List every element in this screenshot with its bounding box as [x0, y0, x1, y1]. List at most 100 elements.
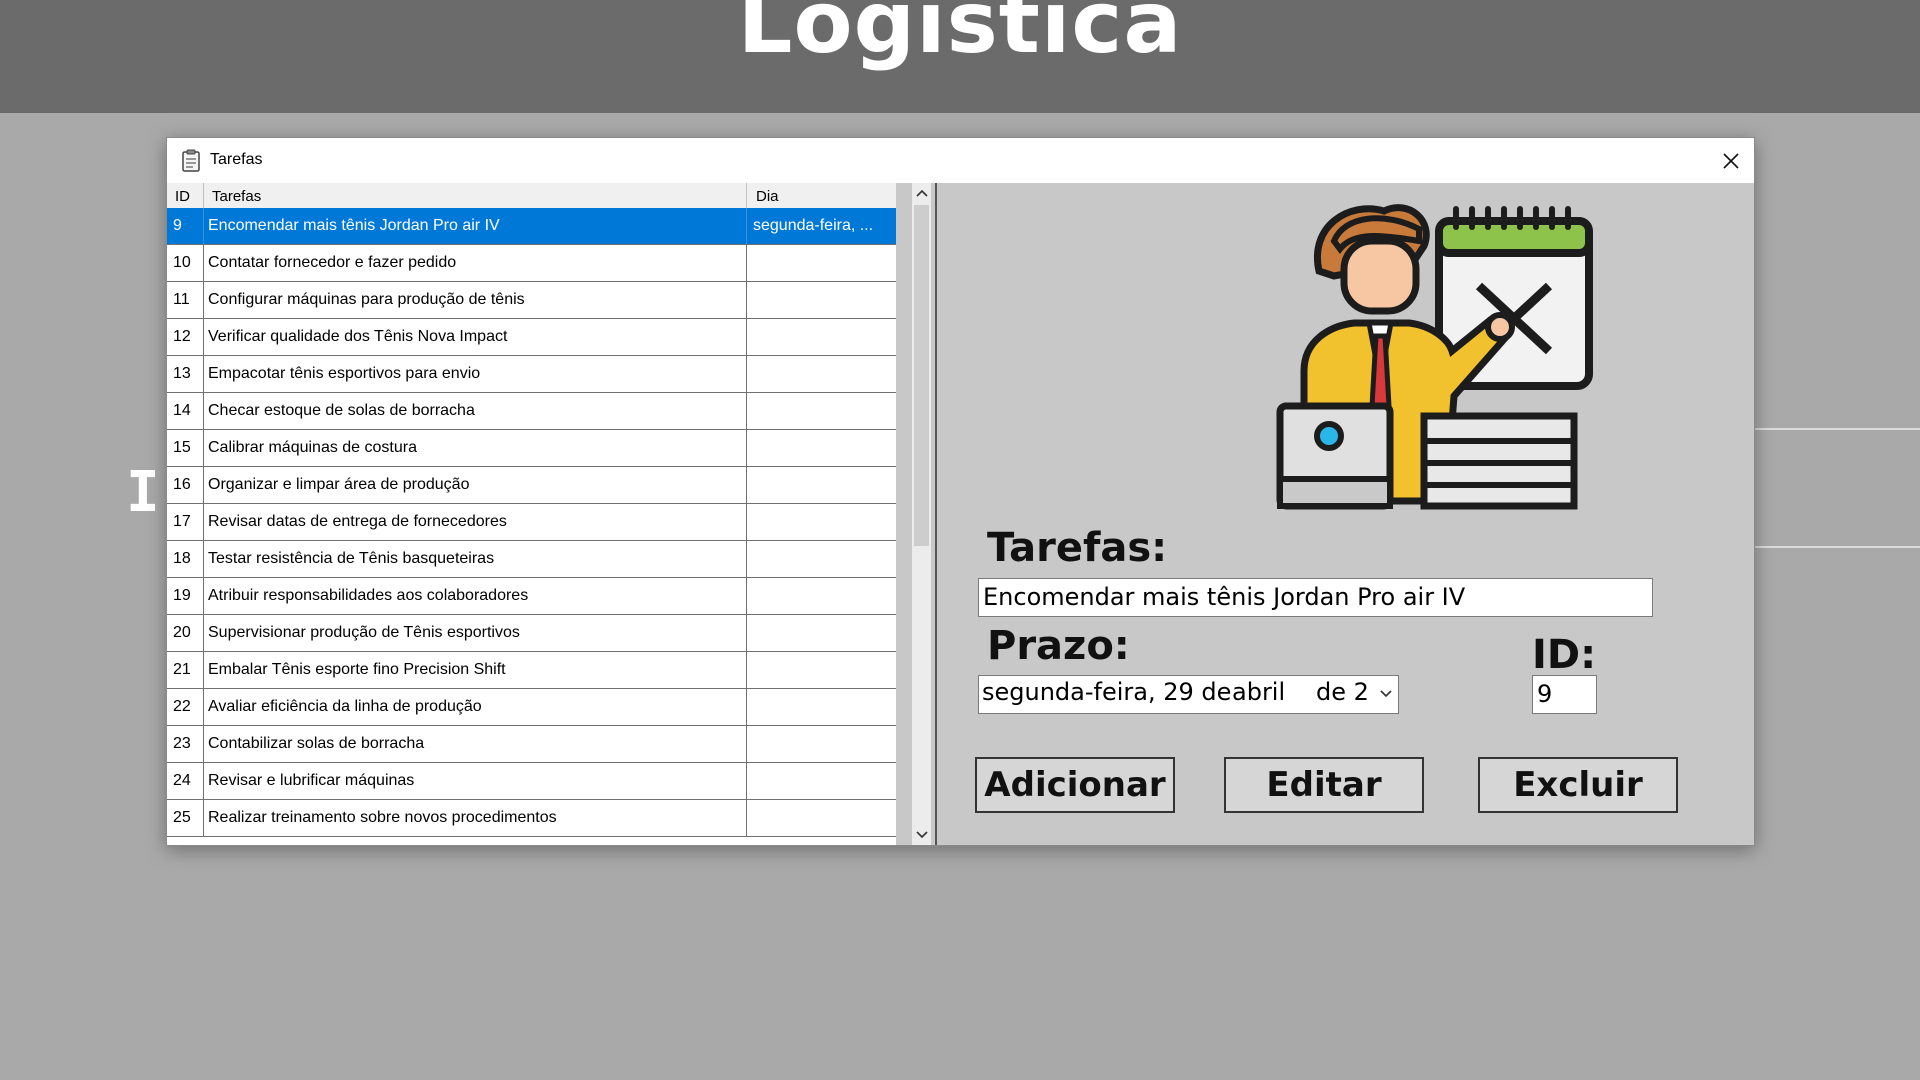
column-header-tarefas[interactable]: Tarefas [212, 188, 261, 205]
column-separator [203, 800, 204, 836]
table-row[interactable]: 18 Testar resistência de Tênis basqueteir… [167, 541, 896, 578]
window-title: Tarefas [210, 151, 263, 168]
row-id: 14 [173, 402, 191, 419]
column-separator [203, 430, 204, 466]
chevron-down-icon [915, 831, 928, 839]
table-row[interactable]: 16 Organizar e limpar área de produção [167, 467, 896, 504]
table-row[interactable]: 19 Atribuir responsabilidades aos colabor… [167, 578, 896, 615]
chevron-down-icon[interactable] [1378, 685, 1394, 701]
date-year[interactable]: de 20 [1316, 678, 1368, 706]
row-task: Contatar fornecedor e fazer pedido [208, 254, 457, 271]
table-row[interactable]: 10 Contatar fornecedor e fazer pedido [167, 245, 896, 282]
column-separator [203, 726, 204, 762]
table-row[interactable]: 14 Checar estoque de solas de borracha [167, 393, 896, 430]
column-separator [746, 430, 747, 466]
row-id: 22 [173, 698, 191, 715]
table-row[interactable]: 17 Revisar datas de entrega de fornecedor… [167, 504, 896, 541]
row-id: 20 [173, 624, 191, 641]
clipboard-icon [182, 149, 200, 172]
row-task: Calibrar máquinas de costura [208, 439, 417, 456]
row-id: 17 [173, 513, 191, 530]
column-separator [746, 282, 747, 318]
column-separator [746, 652, 747, 688]
column-separator [203, 393, 204, 429]
column-separator [746, 504, 747, 540]
row-task: Revisar e lubrificar máquinas [208, 772, 415, 789]
table-row[interactable]: 15 Calibrar máquinas de costura [167, 430, 896, 467]
teacher-board-illustration [1276, 204, 1593, 510]
column-separator [203, 615, 204, 651]
background-divider-top [1754, 428, 1920, 430]
row-task: Realizar treinamento sobre novos procedi… [208, 809, 557, 826]
row-task: Atribuir responsabilidades aos colaborad… [208, 587, 529, 604]
column-separator [203, 541, 204, 577]
column-separator [203, 208, 204, 244]
scroll-thumb[interactable] [914, 205, 929, 546]
table-row[interactable]: 21 Embalar Tênis esporte fino Precision S… [167, 652, 896, 689]
banner-title: Logística [737, 0, 1183, 73]
column-separator[interactable] [746, 183, 747, 208]
column-separator [746, 467, 747, 503]
prazo-date-picker[interactable]: segunda-feira, 29 de abril de 20 [978, 675, 1399, 714]
close-icon [1723, 152, 1739, 169]
column-header-id[interactable]: ID [175, 188, 190, 205]
title-bar: Tarefas [167, 138, 1754, 183]
row-task: Organizar e limpar área de produção [208, 476, 470, 493]
column-separator [746, 541, 747, 577]
column-separator [746, 578, 747, 614]
column-separator [203, 282, 204, 318]
table-row[interactable]: 13 Empacotar tênis esportivos para envio [167, 356, 896, 393]
tarefas-input[interactable]: Encomendar mais tênis Jordan Pro air IV [978, 578, 1653, 617]
panel-divider [935, 183, 937, 845]
row-task: Checar estoque de solas de borracha [208, 402, 475, 419]
column-separator [203, 504, 204, 540]
listview-rows: 9 Encomendar mais tênis Jordan Pro air IV… [167, 208, 896, 837]
row-id: 21 [173, 661, 191, 678]
column-separator[interactable] [203, 183, 204, 208]
table-row[interactable]: 22 Avaliar eficiência da linha de produçã… [167, 689, 896, 726]
row-id: 11 [173, 291, 190, 308]
row-task: Contabilizar solas de borracha [208, 735, 425, 752]
background-divider-bottom [1754, 546, 1920, 548]
id-input[interactable]: 9 [1532, 675, 1597, 714]
date-month[interactable]: abril [1232, 678, 1285, 706]
row-task: Configurar máquinas para produção de tên… [208, 291, 525, 308]
table-row[interactable]: 25 Realizar treinamento sobre novos proce… [167, 800, 896, 837]
table-row[interactable]: 11 Configurar máquinas para produção de t… [167, 282, 896, 319]
close-button[interactable] [1708, 138, 1754, 183]
row-id: 19 [173, 587, 191, 604]
add-button[interactable]: Adicionar [975, 757, 1175, 813]
column-header-dia[interactable]: Dia [756, 188, 779, 205]
column-separator [203, 319, 204, 355]
column-separator [746, 319, 747, 355]
row-id: 9 [173, 217, 182, 234]
row-id: 16 [173, 476, 191, 493]
column-separator [746, 393, 747, 429]
date-weekday-day[interactable]: segunda-feira, 29 de [982, 678, 1231, 706]
table-row[interactable]: 24 Revisar e lubrificar máquinas [167, 763, 896, 800]
column-separator [746, 763, 747, 799]
list-scrollbar[interactable] [912, 183, 931, 845]
scroll-down-button[interactable] [912, 825, 931, 845]
table-row[interactable]: 12 Verificar qualidade dos Tênis Nova Imp… [167, 319, 896, 356]
column-separator [746, 689, 747, 725]
table-row[interactable]: 20 Supervisionar produção de Tênis esport… [167, 615, 896, 652]
row-id: 24 [173, 772, 191, 789]
listview-header: ID Tarefas Dia [167, 183, 896, 209]
row-task: Avaliar eficiência da linha de produção [208, 698, 482, 715]
table-row[interactable]: 9 Encomendar mais tênis Jordan Pro air IV… [167, 208, 896, 245]
tasks-dialog: Tarefas ID Tarefas Dia 9 Encomendar mais … [166, 137, 1755, 846]
column-separator [203, 763, 204, 799]
row-task: Encomendar mais tênis Jordan Pro air IV [208, 217, 500, 234]
row-id: 12 [173, 328, 191, 345]
tasks-listview[interactable]: ID Tarefas Dia 9 Encomendar mais tênis Jo… [167, 183, 896, 845]
row-id: 25 [173, 809, 191, 826]
column-separator [203, 356, 204, 392]
delete-button[interactable]: Excluir [1478, 757, 1678, 813]
edit-button[interactable]: Editar [1224, 757, 1424, 813]
row-day: segunda-feira, ... [753, 217, 874, 234]
table-row[interactable]: 23 Contabilizar solas de borracha [167, 726, 896, 763]
scroll-up-button[interactable] [912, 183, 931, 203]
column-separator [746, 800, 747, 836]
background-partial-letter: I [126, 460, 160, 525]
